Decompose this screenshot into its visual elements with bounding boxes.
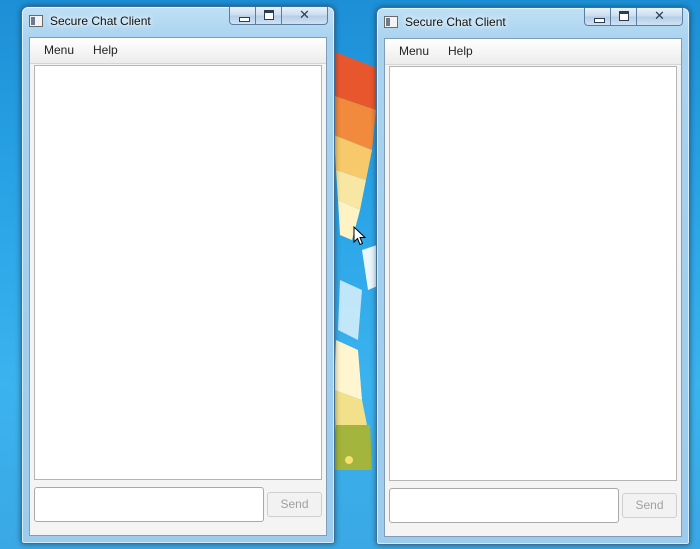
title-bar[interactable]: Secure Chat Client ✕ [377,8,689,38]
menu-bar: Menu Help [30,38,326,64]
send-button[interactable]: Send [267,492,322,517]
menu-item-menu[interactable]: Menu [44,43,74,57]
chat-window-left: Secure Chat Client ✕ Menu Help Send [21,6,335,544]
app-icon [29,15,43,27]
window-controls: ✕ [584,8,683,27]
client-area: Menu Help Send [384,38,682,537]
menu-item-help[interactable]: Help [448,44,473,58]
maximize-button[interactable] [256,7,282,25]
minimize-button[interactable] [584,8,611,26]
client-area: Menu Help Send [29,37,327,536]
window-controls: ✕ [229,7,328,26]
close-button[interactable]: ✕ [637,8,683,26]
menu-item-menu[interactable]: Menu [399,44,429,58]
window-title: Secure Chat Client [50,14,151,28]
minimize-button[interactable] [229,7,256,25]
app-icon [384,16,398,28]
send-button[interactable]: Send [622,493,677,518]
menu-item-help[interactable]: Help [93,43,118,57]
menu-bar: Menu Help [385,39,681,65]
chat-history[interactable] [389,66,677,481]
mouse-pointer-icon [353,225,367,249]
chat-window-right: Secure Chat Client ✕ Menu Help Send [376,7,690,545]
window-title: Secure Chat Client [405,15,506,29]
close-icon: ✕ [654,9,665,24]
message-input[interactable] [389,488,619,523]
close-icon: ✕ [299,8,310,23]
chat-history[interactable] [34,65,322,480]
close-button[interactable]: ✕ [282,7,328,25]
title-bar[interactable]: Secure Chat Client ✕ [22,7,334,37]
message-input[interactable] [34,487,264,522]
maximize-button[interactable] [611,8,637,26]
